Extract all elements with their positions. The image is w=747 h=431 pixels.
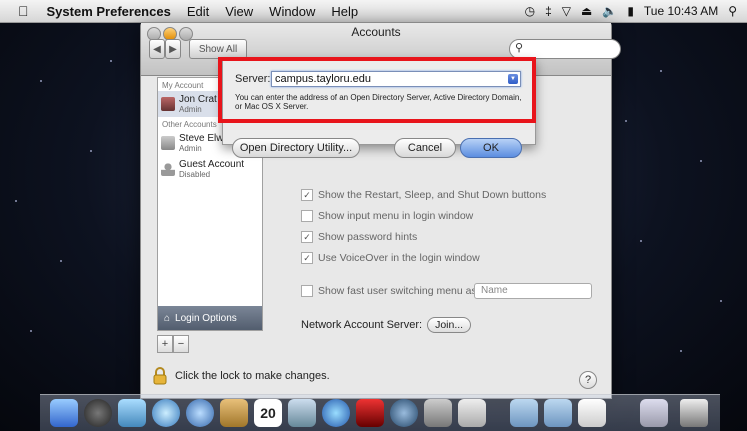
applications-icon[interactable] (510, 399, 538, 427)
lock-bar: Click the lock to make changes. (153, 367, 330, 385)
window-title: Accounts (351, 25, 401, 39)
menu-edit[interactable]: Edit (187, 4, 209, 19)
itunes-icon[interactable] (322, 399, 350, 427)
checkbox[interactable]: ✓ (301, 231, 313, 243)
option-label: Show password hints (318, 231, 418, 243)
spotlight-icon[interactable]: ⚲ (728, 4, 737, 18)
finder-icon[interactable] (50, 399, 78, 427)
time-machine-icon[interactable] (390, 399, 418, 427)
checkbox[interactable]: ✓ (301, 189, 313, 201)
dashboard-icon[interactable] (84, 399, 112, 427)
checkbox[interactable] (301, 285, 313, 297)
dvd-icon[interactable] (356, 399, 384, 427)
login-options-item[interactable]: ⌂ Login Options (158, 306, 262, 330)
input-menu-option[interactable]: Show input menu in login window (301, 210, 473, 222)
fast-switch-option[interactable]: Show fast user switching menu as: (301, 285, 480, 297)
documents-icon[interactable] (544, 399, 572, 427)
trash-icon[interactable] (680, 399, 708, 427)
system-prefs-icon[interactable] (424, 399, 452, 427)
menu-app-name[interactable]: System Preferences (47, 4, 171, 19)
restart-buttons-option[interactable]: ✓ Show the Restart, Sleep, and Shut Down… (301, 189, 546, 201)
forward-button[interactable]: ▶ (165, 39, 181, 59)
network-account-server-row: Network Account Server: Join... (301, 317, 472, 333)
checkbox[interactable]: ✓ (301, 252, 313, 264)
back-button[interactable]: ◀ (149, 39, 165, 59)
preview-icon[interactable] (458, 399, 486, 427)
option-label: Show the Restart, Sleep, and Shut Down b… (318, 189, 547, 201)
add-account-button[interactable]: + (157, 335, 173, 353)
annotation-highlight-box (218, 57, 536, 123)
option-label: Show fast user switching menu as: (318, 285, 480, 297)
show-all-button[interactable]: Show All (189, 39, 247, 59)
ical-icon[interactable]: 20 (254, 399, 282, 427)
account-name: Steve Elw (179, 133, 224, 144)
join-button[interactable]: Join... (427, 317, 472, 333)
account-role: Disabled (179, 170, 211, 179)
account-guest[interactable]: Guest Account Disabled (158, 156, 262, 182)
battery-icon[interactable]: ▮ (627, 4, 634, 18)
house-icon: ⌂ (164, 312, 171, 324)
menu-window[interactable]: Window (269, 4, 315, 19)
search-icon: ⚲ (515, 42, 524, 54)
menu-view[interactable]: View (225, 4, 253, 19)
lock-text: Click the lock to make changes. (175, 370, 330, 382)
ok-button[interactable]: OK (460, 138, 522, 158)
checkbox[interactable] (301, 210, 313, 222)
ichat-icon[interactable] (186, 399, 214, 427)
account-name: Jon Crat (179, 94, 217, 105)
account-role: Admin (179, 144, 202, 153)
guest-avatar-icon (161, 162, 175, 176)
cancel-button[interactable]: Cancel (394, 138, 456, 158)
mail-icon[interactable] (118, 399, 146, 427)
password-hints-option[interactable]: ✓ Show password hints (301, 231, 417, 243)
help-button[interactable]: ? (579, 371, 597, 389)
menu-help[interactable]: Help (331, 4, 358, 19)
search-field[interactable]: ⚲ (509, 39, 621, 59)
open-directory-utility-button[interactable]: Open Directory Utility... (232, 138, 360, 158)
avatar (161, 97, 175, 111)
dock: 20 (40, 394, 720, 431)
remove-account-button[interactable]: − (173, 335, 189, 353)
address-book-icon[interactable] (220, 399, 248, 427)
iphoto-icon[interactable] (288, 399, 316, 427)
bluetooth-icon[interactable]: ‡ (545, 4, 552, 18)
account-role: Admin (179, 105, 202, 114)
volume-icon[interactable]: 🔈 (602, 4, 617, 18)
lock-icon[interactable] (153, 367, 167, 385)
clock[interactable]: Tue 10:43 AM (644, 4, 718, 18)
option-label: Show input menu in login window (318, 210, 474, 222)
downloads-icon[interactable] (578, 399, 606, 427)
fast-switch-popup[interactable]: Name (474, 283, 592, 299)
login-options-label: Login Options (175, 312, 237, 324)
network-server-label: Network Account Server: (301, 319, 423, 331)
airport-icon[interactable]: ▽ (562, 4, 571, 18)
safari-icon[interactable] (152, 399, 180, 427)
stack-icon[interactable] (640, 399, 668, 427)
eject-icon[interactable]: ⏏ (581, 4, 592, 18)
option-label: Use VoiceOver in the login window (318, 252, 480, 264)
apple-icon[interactable]:  (18, 3, 29, 19)
menu-bar:  System Preferences Edit View Window He… (0, 0, 747, 23)
avatar (161, 136, 175, 150)
voiceover-option[interactable]: ✓ Use VoiceOver in the login window (301, 252, 480, 264)
account-name: Guest Account (179, 159, 245, 170)
time-machine-status-icon[interactable]: ◷ (525, 4, 535, 18)
